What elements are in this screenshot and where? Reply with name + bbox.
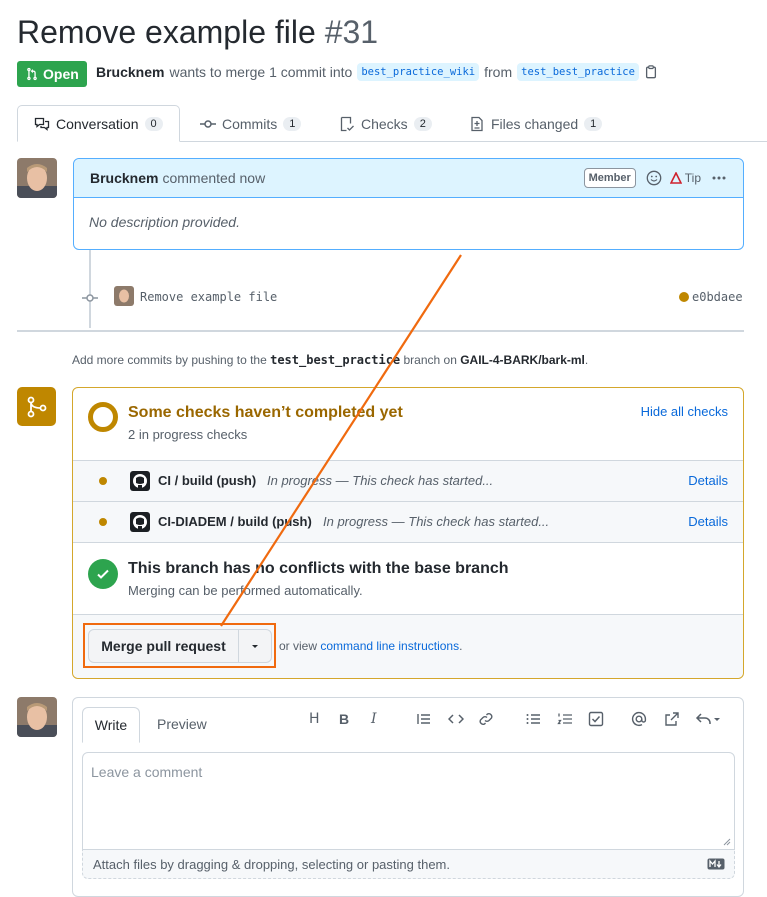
avatar-photo xyxy=(17,697,57,737)
task-list-icon[interactable] xyxy=(588,711,604,730)
markdown-icon[interactable] xyxy=(707,858,725,870)
ordered-list-icon[interactable] xyxy=(557,711,573,730)
code-icon[interactable] xyxy=(447,711,465,730)
comment-editor: Write Preview H B I Leave a comment Atta… xyxy=(72,697,744,897)
mention-icon[interactable] xyxy=(631,711,647,730)
unordered-list-icon[interactable] xyxy=(525,711,541,730)
heading-icon[interactable]: H xyxy=(309,711,320,727)
bold-icon[interactable]: B xyxy=(339,711,349,727)
quote-icon[interactable] xyxy=(416,711,432,730)
saved-replies-icon[interactable] xyxy=(695,711,721,730)
tab-write[interactable]: Write xyxy=(82,707,140,743)
attach-files-area[interactable]: Attach files by dragging & dropping, sel… xyxy=(82,850,735,879)
avatar[interactable] xyxy=(17,697,57,737)
resize-handle-icon[interactable] xyxy=(723,838,731,846)
tab-preview[interactable]: Preview xyxy=(157,716,207,732)
italic-icon[interactable]: I xyxy=(371,711,377,727)
cross-reference-icon[interactable] xyxy=(664,711,680,730)
comment-textarea[interactable]: Leave a comment xyxy=(82,752,735,850)
link-icon[interactable] xyxy=(478,711,494,730)
comment-placeholder: Leave a comment xyxy=(91,764,203,780)
attach-hint: Attach files by dragging & dropping, sel… xyxy=(93,857,450,872)
